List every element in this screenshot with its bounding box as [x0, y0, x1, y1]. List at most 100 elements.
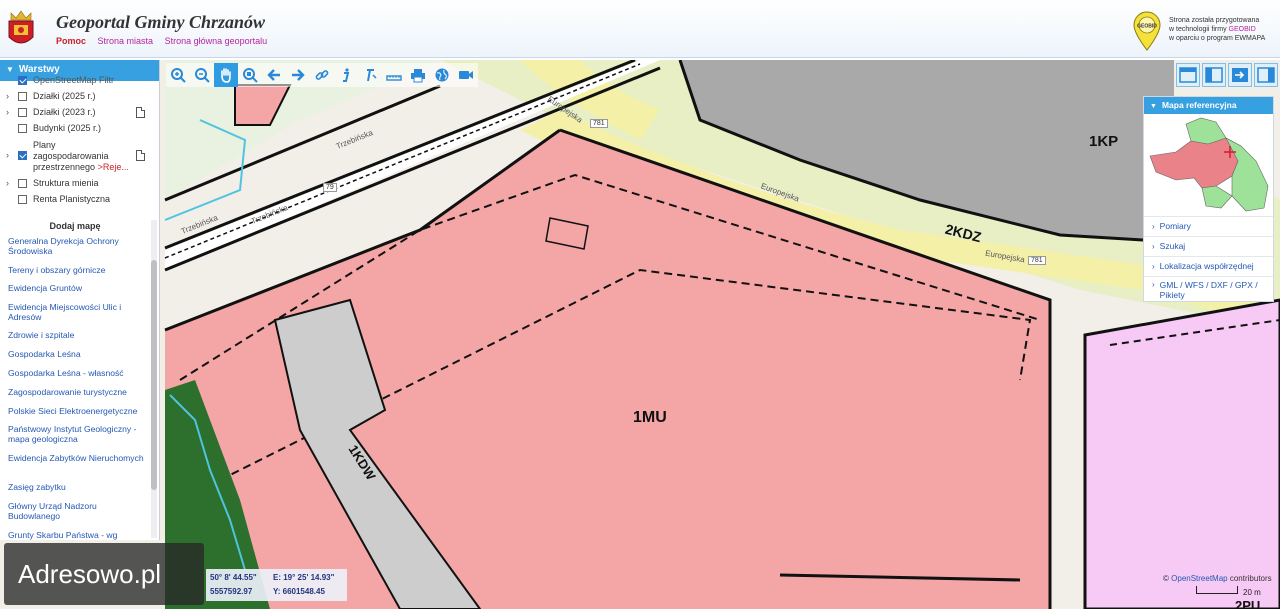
video-icon[interactable] — [454, 63, 478, 87]
layer-row-osm[interactable]: OpenStreetMap Filtr — [6, 75, 114, 85]
attribution-text: contributors — [1229, 574, 1272, 583]
osm-link[interactable]: OpenStreetMap — [1171, 574, 1227, 583]
measure-icon[interactable] — [382, 63, 406, 87]
map-link-turystyczne[interactable]: Zagospodarowanie turystyczne — [8, 387, 148, 397]
layers-header-label: Warstwy — [18, 64, 60, 75]
layer-row-budynki[interactable]: Budynki (2025 r.) — [6, 123, 101, 133]
geobid-credit-line2: w technologii firmy GEOBID — [1169, 25, 1279, 34]
zoom-out-icon[interactable] — [190, 63, 214, 87]
chevron-right-icon: › — [1152, 242, 1155, 251]
expand-chevron-icon[interactable]: › — [6, 107, 16, 117]
help-link[interactable]: Pomoc — [56, 36, 86, 46]
layer-label: Działki (2023 r.) — [33, 107, 96, 117]
map-toolbar — [166, 63, 478, 87]
forward-arrow-icon[interactable] — [286, 63, 310, 87]
layer-checkbox[interactable] — [18, 108, 27, 117]
map-link-pse[interactable]: Polskie Sieci Elektroenergetyczne — [8, 406, 148, 416]
layer-row-dzialki-2025[interactable]: › Działki (2025 r.) — [6, 91, 96, 101]
document-icon[interactable] — [136, 150, 145, 161]
map-link-zdrowie[interactable]: Zdrowie i szpitale — [8, 330, 148, 340]
info-icon[interactable] — [334, 63, 358, 87]
map-link-tereny-gornicze[interactable]: Tereny i obszary górnicze — [8, 265, 148, 275]
back-arrow-icon[interactable] — [262, 63, 286, 87]
panel-item-szukaj[interactable]: › Szukaj — [1144, 236, 1273, 256]
adresowo-watermark: Adresowo.pl — [4, 543, 204, 605]
geobid-credit-prefix: w technologii firmy — [1169, 26, 1229, 33]
layout-arrow-icon[interactable] — [1228, 63, 1252, 87]
layers-sidebar: ▼ Warstwy OpenStreetMap Filtr › Działki (2… — [0, 60, 160, 540]
reference-map-header[interactable]: ▼ Mapa referencyjna — [1144, 97, 1273, 114]
sidebar-scrollbar[interactable] — [151, 220, 157, 538]
geobid-credit: Strona została przygotowana w technologi… — [1169, 16, 1279, 43]
identify-icon[interactable] — [358, 63, 382, 87]
layer-row-struktura[interactable]: › Struktura mienia — [6, 178, 99, 188]
layer-row-plany[interactable]: › Plany zagospodarowania przestrzennego … — [6, 140, 129, 173]
map-link-pig[interactable]: Państwowy Instytut Geologiczny - mapa ge… — [8, 424, 148, 444]
panel-item-label: Pomiary — [1159, 221, 1191, 231]
city-page-link[interactable]: Strona miasta — [98, 36, 154, 46]
panel-item-lokalizacja[interactable]: › Lokalizacja współrzędnej — [1144, 256, 1273, 276]
panel-layout-controls — [1174, 63, 1278, 87]
chevron-right-icon: › — [1152, 222, 1155, 231]
layer-label-line3: przestrzennego — [33, 162, 96, 172]
print-icon[interactable] — [406, 63, 430, 87]
geoportal-home-link[interactable]: Strona główna geoportalu — [165, 36, 268, 46]
pan-hand-icon[interactable] — [214, 63, 238, 87]
layer-checkbox[interactable] — [18, 179, 27, 188]
map-link-gospodarka-lesna[interactable]: Gospodarka Leśna — [8, 349, 148, 359]
map-link-grunty-sp[interactable]: Grunty Skarbu Państwa - wg — [8, 530, 148, 540]
layer-row-dzialki-2023[interactable]: › Działki (2023 r.) — [6, 107, 96, 117]
layer-label: Struktura mienia — [33, 178, 99, 188]
site-title: Geoportal Gminy Chrzanów — [56, 12, 266, 32]
panel-item-pomiary[interactable]: › Pomiary — [1144, 216, 1273, 236]
chrzanow-crest-logo[interactable] — [6, 9, 36, 49]
layout-top-icon[interactable] — [1176, 63, 1200, 87]
layer-label: Budynki (2025 r.) — [33, 123, 102, 133]
map-link-zasieg-zabytku[interactable]: Zasięg zabytku — [8, 482, 148, 492]
map-link-emuia[interactable]: Ewidencja Miejscowości Ulic i Adresów — [8, 302, 148, 322]
layer-row-renta[interactable]: Renta Planistyczna — [6, 194, 110, 204]
register-link[interactable]: >Reje... — [98, 162, 129, 172]
zone-label-1mu: 1MU — [633, 409, 667, 426]
map-link-zabytki[interactable]: Ewidencja Zabytków Nieruchomych — [8, 453, 148, 463]
layout-left-icon[interactable] — [1202, 63, 1226, 87]
expand-chevron-icon[interactable]: › — [6, 91, 16, 101]
geobid-brand-link[interactable]: GEOBID — [1229, 26, 1256, 33]
right-panel: ▼ Mapa referencyjna › Pomiary › Szukaj › Lok… — [1143, 96, 1274, 302]
globe-icon[interactable] — [430, 63, 454, 87]
map-attribution: © OpenStreetMap contributors — [1163, 574, 1272, 583]
scrollbar-thumb[interactable] — [151, 260, 157, 490]
chevron-right-icon: › — [1152, 262, 1155, 271]
road-number-781-b: 781 — [1028, 256, 1046, 265]
zoom-box-icon[interactable] — [238, 63, 262, 87]
map-svg[interactable] — [0, 60, 1280, 609]
layer-checkbox[interactable] — [18, 195, 27, 204]
layout-right-icon[interactable] — [1254, 63, 1278, 87]
map-link-ewidencja-gruntow[interactable]: Ewidencja Gruntów — [8, 283, 148, 293]
panel-item-label: Szukaj — [1159, 241, 1186, 251]
geobid-logo[interactable]: GEOBID — [1131, 10, 1163, 52]
reference-map[interactable] — [1146, 116, 1272, 214]
road-number-79: 79 — [323, 183, 337, 192]
caret-down-icon: ▼ — [1150, 103, 1157, 110]
layer-checkbox[interactable] — [18, 76, 27, 85]
expand-chevron-icon[interactable]: › — [6, 178, 16, 188]
expand-chevron-icon[interactable]: › — [6, 150, 16, 160]
zoom-in-icon[interactable] — [166, 63, 190, 87]
zone-label-1kp: 1KP — [1089, 133, 1119, 150]
panel-item-gml[interactable]: › GML / WFS / DXF / GPX / Pikiety — [1144, 276, 1273, 302]
map-link-gunb[interactable]: Główny Urząd Nadzoru Budowlanego — [8, 501, 148, 521]
geobid-credit-line3: w oparciu o program EWMAPA — [1169, 35, 1266, 42]
map-canvas[interactable]: 1KP 2KDZ 1MU 1KDW 2PU Trzebińska Trzebiń… — [0, 60, 1280, 609]
scale-label: 20 m — [1243, 588, 1261, 597]
layer-checkbox[interactable] — [18, 151, 27, 160]
document-icon[interactable] — [136, 107, 145, 118]
panel-item-label: Lokalizacja współrzędnej — [1159, 261, 1254, 271]
layer-checkbox[interactable] — [18, 124, 27, 133]
scale-bar — [1196, 586, 1238, 594]
map-link-gdos[interactable]: Generalna Dyrekcja Ochrony Środowiska — [8, 236, 148, 256]
zone-label-2pu: 2PU — [1235, 598, 1261, 609]
map-link-gospodarka-lesna-wlasnosc[interactable]: Gospodarka Leśna - własność — [8, 368, 148, 378]
link-icon[interactable] — [310, 63, 334, 87]
layer-checkbox[interactable] — [18, 92, 27, 101]
